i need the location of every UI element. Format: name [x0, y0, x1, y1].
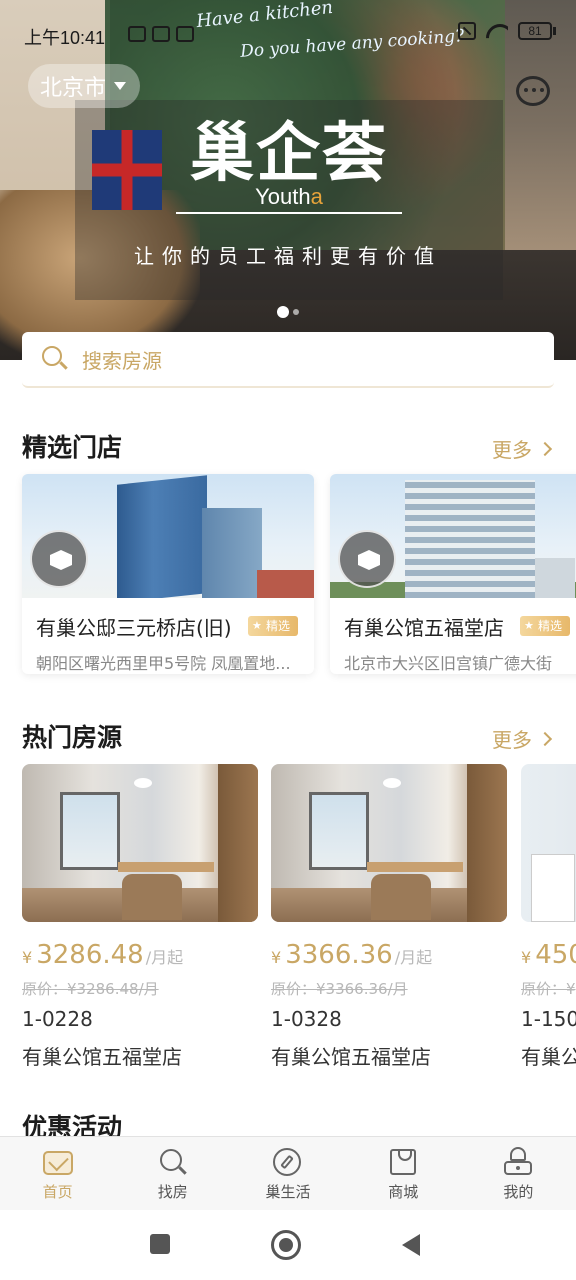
- brand-en: Youth: [255, 184, 311, 209]
- wifi-icon: [486, 22, 508, 40]
- store-card[interactable]: 有巢公馆五福堂店 精选 北京市大兴区旧宫镇广德大街: [330, 474, 576, 674]
- search-placeholder: 搜索房源: [82, 348, 162, 373]
- hot-rooms-more-link[interactable]: 更多: [492, 724, 553, 753]
- carousel-dot[interactable]: [293, 309, 299, 315]
- system-navigation-bar: [0, 1210, 576, 1280]
- vr-cube-icon[interactable]: [338, 530, 396, 588]
- room-price: ¥ 450: [521, 940, 576, 970]
- room-card[interactable]: ¥ 3366.36 /月起 原价：¥3366.36/月 1-0328 有巢公馆五…: [271, 764, 507, 1070]
- room-card[interactable]: ¥ 450 原价：¥ 1-150 有巢公: [521, 764, 576, 1070]
- store-address: 朝阳区曙光西里甲5号院 凤凰置地...: [36, 654, 291, 673]
- notification-icon: [128, 26, 146, 42]
- original-price: 原价：¥3366.36/月: [271, 980, 408, 998]
- brand-en-accent: a: [310, 184, 323, 209]
- notification-icon: [176, 26, 194, 42]
- tab-label: 首页: [42, 1183, 73, 1201]
- room-photo: [271, 764, 507, 922]
- featured-stores-more-link[interactable]: 更多: [492, 434, 553, 463]
- tab-find-room[interactable]: 找房: [115, 1137, 230, 1210]
- search-icon: [42, 346, 68, 372]
- featured-badge: 精选: [520, 616, 571, 636]
- union-jack-decoration: [92, 130, 162, 210]
- banner-slogan: 让你的员工福利更有价值: [134, 244, 442, 268]
- price-amount: 3366.36: [285, 940, 393, 970]
- price-amount: 450: [535, 940, 576, 970]
- tab-label: 巢生活: [265, 1183, 311, 1201]
- original-price: 原价：¥3286.48/月: [22, 980, 159, 998]
- message-button[interactable]: [516, 76, 552, 108]
- tab-mall[interactable]: 商城: [346, 1137, 461, 1210]
- store-name: 有巢公馆五福堂店: [344, 616, 504, 640]
- tab-label: 我的: [503, 1183, 534, 1201]
- city-name: 北京市: [40, 76, 107, 101]
- featured-badge: 精选: [248, 616, 299, 636]
- compass-icon: [272, 1147, 304, 1177]
- price-unit: /月起: [394, 948, 433, 967]
- bottom-tab-bar: 首页 找房 巢生活 商城 我的: [0, 1136, 576, 1210]
- city-selector[interactable]: 北京市: [28, 64, 141, 108]
- notification-icons: [128, 26, 200, 47]
- app-screen: Have a kitchen Do you have any cooking? …: [0, 0, 576, 1280]
- carousel-indicator: [0, 303, 576, 322]
- tab-home[interactable]: 首页: [0, 1137, 115, 1210]
- vr-cube-icon[interactable]: [30, 530, 88, 588]
- tab-label: 商城: [388, 1183, 419, 1201]
- tab-profile[interactable]: 我的: [461, 1137, 576, 1210]
- brand-cn: 巢企荟: [190, 117, 388, 191]
- room-number: 1-0328: [271, 1007, 342, 1031]
- shopping-bag-icon: [387, 1147, 419, 1177]
- user-icon: [502, 1147, 534, 1177]
- tab-label: 找房: [157, 1183, 188, 1201]
- no-sim-icon: [458, 22, 476, 40]
- room-store-name: 有巢公馆五福堂店: [271, 1045, 431, 1069]
- store-photo: [330, 474, 576, 598]
- room-price: ¥ 3366.36 /月起: [271, 940, 433, 970]
- search-input[interactable]: 搜索房源: [22, 332, 554, 388]
- price-unit: /月起: [145, 948, 184, 967]
- status-time: 上午10:41: [24, 28, 106, 48]
- more-label: 更多: [492, 728, 532, 752]
- original-price: 原价：¥: [521, 980, 576, 998]
- room-number: 1-150: [521, 1007, 576, 1031]
- recents-button[interactable]: [150, 1234, 170, 1254]
- tab-nest-life[interactable]: 巢生活: [230, 1137, 345, 1210]
- status-bar: 上午10:41 81: [0, 0, 576, 72]
- caret-down-icon: [114, 82, 127, 90]
- notification-icon: [152, 26, 170, 42]
- room-photo: [22, 764, 258, 922]
- room-card[interactable]: ¥ 3286.48 /月起 原价：¥3286.48/月 1-0228 有巢公馆五…: [22, 764, 258, 1070]
- chevron-right-icon: [537, 731, 553, 746]
- room-store-name: 有巢公: [521, 1045, 576, 1069]
- battery-icon: 81: [518, 22, 556, 40]
- store-address: 北京市大兴区旧宫镇广德大街: [344, 654, 553, 673]
- store-card[interactable]: 有巢公邸三元桥店(旧) 精选 朝阳区曙光西里甲5号院 凤凰置地...: [22, 474, 314, 674]
- room-photo: [521, 764, 576, 922]
- chevron-right-icon: [537, 441, 553, 456]
- back-button[interactable]: [402, 1234, 420, 1256]
- carousel-dot-active[interactable]: [277, 306, 289, 318]
- search-icon: [157, 1147, 189, 1177]
- youtha-logo: 巢企荟 Youtha: [176, 118, 402, 218]
- home-icon: [42, 1147, 74, 1177]
- section-title-featured-stores: 精选门店: [22, 433, 123, 462]
- store-photo: [22, 474, 314, 598]
- battery-level: 81: [518, 22, 552, 40]
- home-button[interactable]: [271, 1230, 301, 1260]
- room-store-name: 有巢公馆五福堂店: [22, 1045, 182, 1069]
- section-title-hot-rooms: 热门房源: [22, 723, 123, 752]
- price-amount: 3286.48: [36, 940, 144, 970]
- store-name: 有巢公邸三元桥店(旧): [36, 616, 232, 640]
- room-price: ¥ 3286.48 /月起: [22, 940, 184, 970]
- more-label: 更多: [492, 438, 532, 462]
- room-number: 1-0228: [22, 1007, 93, 1031]
